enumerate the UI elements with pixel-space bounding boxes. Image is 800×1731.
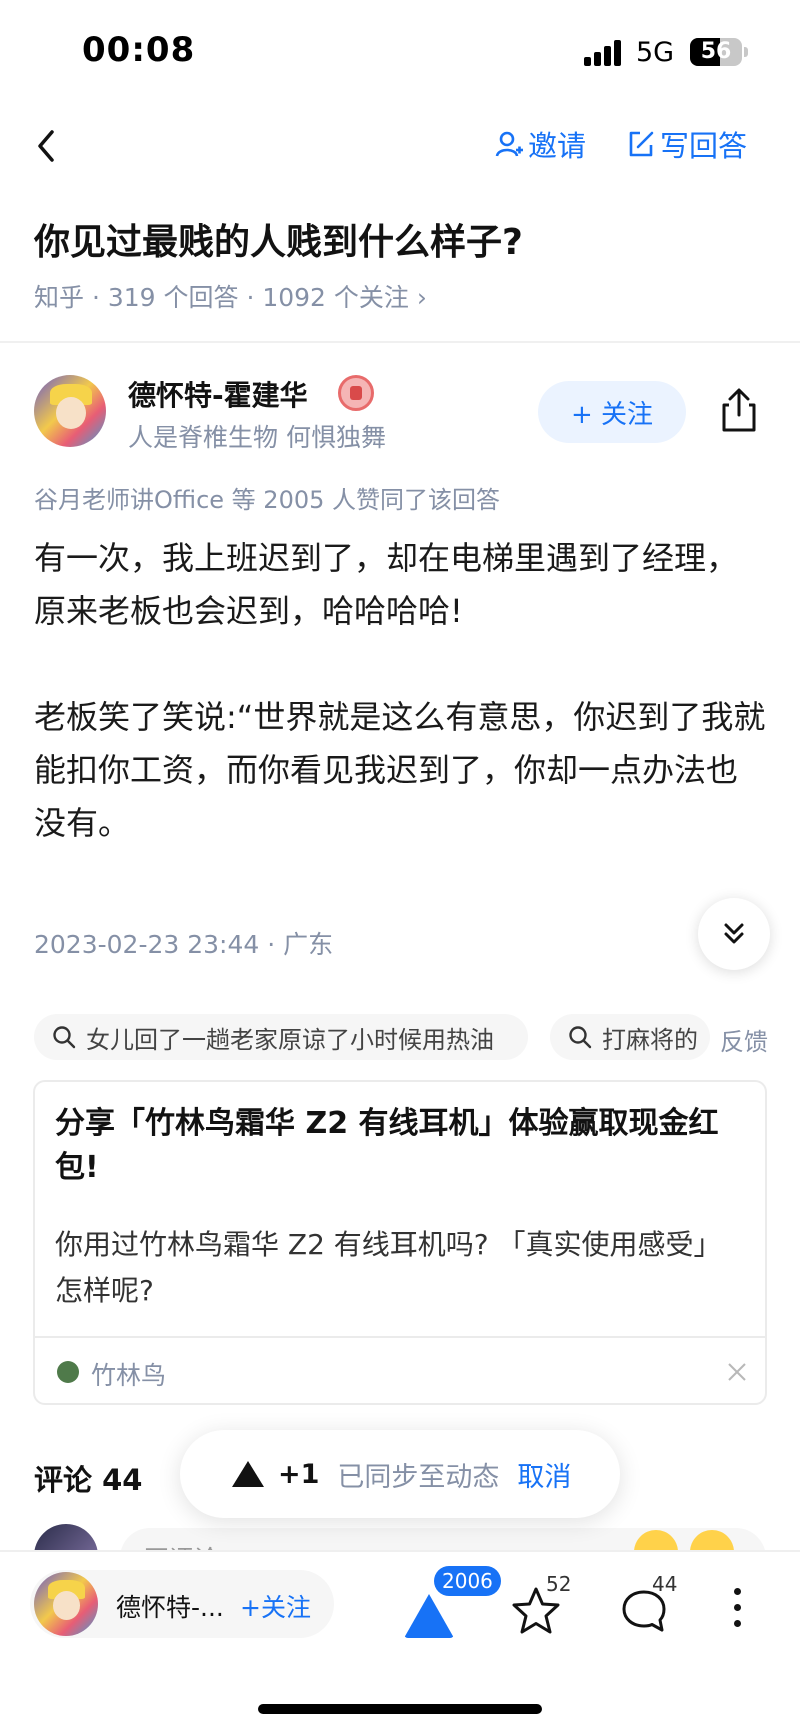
close-icon[interactable] bbox=[725, 1360, 749, 1384]
bottom-follow-button[interactable]: +关注 bbox=[240, 1588, 311, 1624]
search-tag[interactable]: 女儿回了一趟老家原谅了小时候用热油 bbox=[34, 1014, 528, 1060]
search-tag-label: 打麻将的 bbox=[602, 1025, 698, 1054]
status-bar: 00:08 5G 56 bbox=[0, 0, 800, 104]
upvote-icon bbox=[232, 1461, 264, 1487]
answer-paragraph: 老板笑了笑说:“世界就是这么有意思，你迟到了我就能扣你工资，而你看见我迟到了，你… bbox=[34, 698, 766, 842]
toast-count: +1 bbox=[278, 1458, 320, 1490]
answer-body: 有一次，我上班迟到了，却在电梯里遇到了经理，原来老板也会迟到，哈哈哈哈! 老板笑… bbox=[34, 532, 766, 903]
comment-count: 44 bbox=[652, 1572, 678, 1596]
author-avatar bbox=[34, 1572, 98, 1636]
battery-level: 56 bbox=[700, 39, 732, 64]
more-icon[interactable] bbox=[734, 1588, 742, 1628]
question-meta[interactable]: 知乎 · 319 个回答 · 1092 个关注 › bbox=[34, 278, 427, 314]
back-icon[interactable] bbox=[30, 124, 66, 168]
share-icon[interactable] bbox=[718, 387, 760, 433]
toast: +1 已同步至动态 取消 bbox=[180, 1430, 620, 1518]
promo-card[interactable]: 分享「竹林鸟霜华 Z2 有线耳机」体验赢取现金红包! 你用过竹林鸟霜华 Z2 有… bbox=[33, 1080, 767, 1405]
search-tag[interactable]: 打麻将的 bbox=[550, 1014, 710, 1060]
promo-title: 分享「竹林鸟霜华 Z2 有线耳机」体验赢取现金红包! bbox=[55, 1106, 719, 1185]
badge-icon bbox=[338, 375, 374, 411]
search-tag-label: 女儿回了一趟老家原谅了小时候用热油 bbox=[86, 1025, 494, 1054]
author-avatar[interactable] bbox=[34, 375, 106, 447]
upvote-note: 谷月老师讲Office 等 2005 人赞同了该回答 bbox=[34, 486, 501, 514]
comments-title: 评论 44 bbox=[34, 1463, 143, 1497]
answer-time: 2023-02-23 23:44 · 广东 bbox=[34, 930, 334, 959]
edit-icon bbox=[629, 131, 654, 157]
divider bbox=[0, 341, 800, 343]
top-nav: 邀请 写回答 bbox=[0, 110, 800, 182]
comment-input-row: 写评论... bbox=[0, 1518, 800, 1550]
vote-count: 2006 bbox=[434, 1566, 501, 1596]
question-title[interactable]: 你见过最贱的人贱到什么样子? bbox=[34, 213, 523, 265]
double-chevron-down-icon bbox=[724, 923, 744, 944]
feedback-link[interactable]: 反馈 bbox=[720, 1022, 768, 1057]
follow-button[interactable]: + 关注 bbox=[538, 381, 686, 443]
battery-icon: 56 bbox=[690, 38, 742, 66]
network-label: 5G bbox=[636, 37, 675, 68]
search-icon bbox=[53, 1026, 76, 1049]
write-answer-button[interactable]: 写回答 bbox=[626, 122, 747, 166]
invite-label: 邀请 bbox=[528, 129, 587, 163]
toast-cancel-button[interactable]: 取消 bbox=[517, 1455, 571, 1494]
home-indicator bbox=[258, 1704, 542, 1714]
write-answer-label: 写回答 bbox=[660, 129, 748, 163]
search-icon bbox=[569, 1026, 592, 1049]
bottom-bar: 德怀特-... +关注 2006 52 44 bbox=[0, 1550, 800, 1731]
toast-message: 已同步至动态 bbox=[337, 1461, 500, 1493]
author-bio: 人是脊椎生物 何惧独舞 bbox=[128, 423, 386, 452]
promo-divider bbox=[35, 1336, 765, 1338]
author-name[interactable]: 德怀特-霍建华 bbox=[128, 374, 308, 414]
upvote-icon[interactable] bbox=[404, 1594, 454, 1638]
invite-button[interactable]: 邀请 bbox=[494, 122, 586, 166]
brand-logo-icon bbox=[57, 1361, 79, 1383]
user-avatar bbox=[34, 1524, 98, 1550]
collapse-button[interactable] bbox=[698, 898, 770, 970]
user-add-icon bbox=[495, 131, 523, 157]
battery-tip bbox=[744, 47, 748, 57]
signal-icon bbox=[584, 40, 624, 66]
bottom-author-name: 德怀特-... bbox=[116, 1593, 224, 1622]
promo-brand: 竹林鸟 bbox=[91, 1361, 167, 1390]
bottom-author-chip[interactable]: 德怀特-... +关注 bbox=[30, 1570, 334, 1638]
favorite-count: 52 bbox=[546, 1572, 572, 1596]
status-time: 00:08 bbox=[82, 30, 196, 70]
answer-paragraph: 有一次，我上班迟到了，却在电梯里遇到了经理，原来老板也会迟到，哈哈哈哈! bbox=[34, 539, 739, 630]
promo-desc: 你用过竹林鸟霜华 Z2 有线耳机吗? 「真实使用感受」怎样呢? bbox=[55, 1228, 722, 1307]
